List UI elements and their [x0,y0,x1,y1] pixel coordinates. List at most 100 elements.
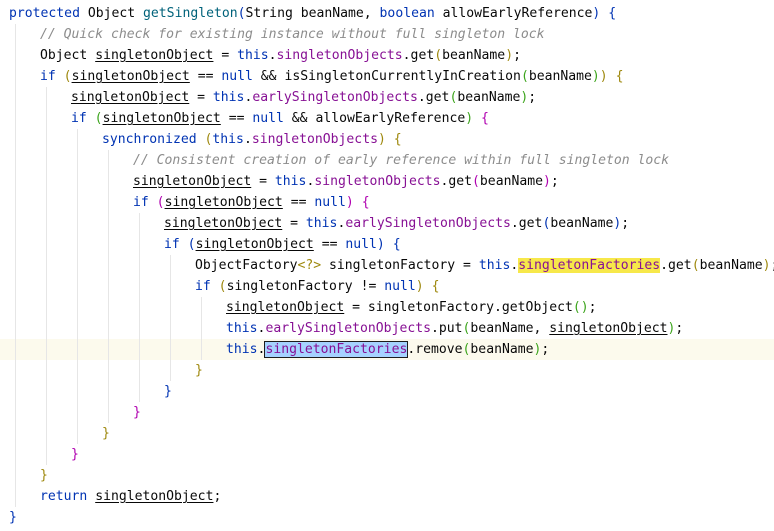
code-token: singletonObject [164,216,283,231]
code-token: beanName [479,174,543,189]
code-token: ; [675,321,684,336]
code-token: null [314,195,346,210]
code-line[interactable]: this.earlySingletonObjects.put(beanName,… [0,318,774,339]
indent-guide [46,276,47,297]
code-line[interactable]: protected Object getSingleton(String bea… [0,3,774,24]
code-token: { [393,132,402,147]
code-token: ( [691,258,700,273]
code-text: singletonObject = this.earlySingletonObj… [71,87,536,108]
code-token: Object [79,6,144,21]
indent-guide [77,381,78,402]
code-line[interactable]: return singletonObject; [0,486,774,507]
code-token: ( [237,6,246,21]
code-text: } [195,360,203,381]
code-token: beanName [550,216,614,231]
indent-guide [139,276,140,297]
code-token: ; [550,174,559,189]
code-token: String beanName, [245,6,380,21]
indent-guide [15,402,16,423]
indent-guide [77,192,78,213]
indent-guide [139,255,140,276]
code-token: beanName [699,258,763,273]
code-line[interactable]: singletonObject = this.earlySingletonObj… [0,87,774,108]
code-line[interactable]: if (singletonObject == null) { [0,234,774,255]
code-text: Object singletonObject = this.singletonO… [40,45,521,66]
indent-guide [15,318,16,339]
indent-guide [108,150,109,171]
code-token: boolean [379,6,435,21]
code-token: ) [376,237,385,252]
code-line[interactable]: synchronized (this.singletonObjects) { [0,129,774,150]
indent-guide [108,381,109,402]
indent-guide [46,129,47,150]
indent-guide [139,360,140,381]
code-token: } [195,363,203,378]
code-token: ( [520,69,529,84]
code-token: { [361,195,370,210]
indent-guide [108,297,109,318]
indent-guide [46,255,47,276]
code-token: ) [377,132,386,147]
indent-guide [15,360,16,381]
code-line[interactable]: } [0,360,774,381]
code-token: beanName, [470,321,550,336]
code-token: singletonObjects [251,132,378,147]
code-token: .remove [407,342,463,357]
indent-guide [108,234,109,255]
code-token: } [133,405,141,420]
code-token: ; [528,90,537,105]
code-line[interactable]: ObjectFactory<?> singletonFactory = this… [0,255,774,276]
code-token: == [313,237,346,252]
code-line[interactable]: singletonObject = this.singletonObjects.… [0,171,774,192]
code-token: ) [465,111,474,126]
code-line[interactable]: } [0,402,774,423]
code-token: synchronized [102,132,197,147]
code-text: this.earlySingletonObjects.put(beanName,… [226,318,683,339]
code-text: if (singletonObject == null && isSinglet… [40,66,623,87]
code-token: singletonFactory = [321,258,479,273]
code-line[interactable]: Object singletonObject = this.singletonO… [0,45,774,66]
code-line[interactable]: if (singletonFactory != null) { [0,276,774,297]
code-token: singletonFactories [518,258,661,273]
code-text: if (singletonObject == null && allowEarl… [71,108,489,129]
code-token: == [220,111,253,126]
code-line[interactable]: } [0,507,774,528]
indent-guide [46,402,47,423]
code-line[interactable]: } [0,423,774,444]
code-editor[interactable]: protected Object getSingleton(String bea… [0,0,774,531]
code-token: ( [187,237,196,252]
code-line[interactable]: // Consistent creation of early referenc… [0,150,774,171]
indent-guide [15,192,16,213]
indent-guide [201,318,202,339]
code-token: beanName [457,90,521,105]
code-token: null [345,237,377,252]
code-line[interactable]: this.singletonFactories.remove(beanName)… [0,339,774,360]
indent-guide [46,171,47,192]
indent-guide [108,360,109,381]
code-line[interactable]: if (singletonObject == null && isSinglet… [0,66,774,87]
code-token: = [282,216,306,231]
code-line[interactable]: singletonObject = this.earlySingletonObj… [0,213,774,234]
code-line[interactable]: if (singletonObject == null && allowEarl… [0,108,774,129]
code-line[interactable]: } [0,444,774,465]
code-token: earlySingletonObjects [252,90,418,105]
indent-guide [46,318,47,339]
code-line[interactable]: } [0,465,774,486]
code-line[interactable]: if (singletonObject == null) { [0,192,774,213]
code-token: ObjectFactory [195,258,298,273]
indent-guide [108,339,109,360]
indent-guide [108,276,109,297]
indent-guide [15,87,16,108]
code-token: if [71,111,87,126]
indent-guide [15,255,16,276]
code-line[interactable]: } [0,381,774,402]
indent-guide [15,444,16,465]
code-line[interactable]: singletonObject = singletonFactory.getOb… [0,297,774,318]
code-token: this [237,48,269,63]
code-token: ( [434,48,443,63]
code-line[interactable]: // Quick check for existing instance wit… [0,24,774,45]
code-token: == [189,69,222,84]
